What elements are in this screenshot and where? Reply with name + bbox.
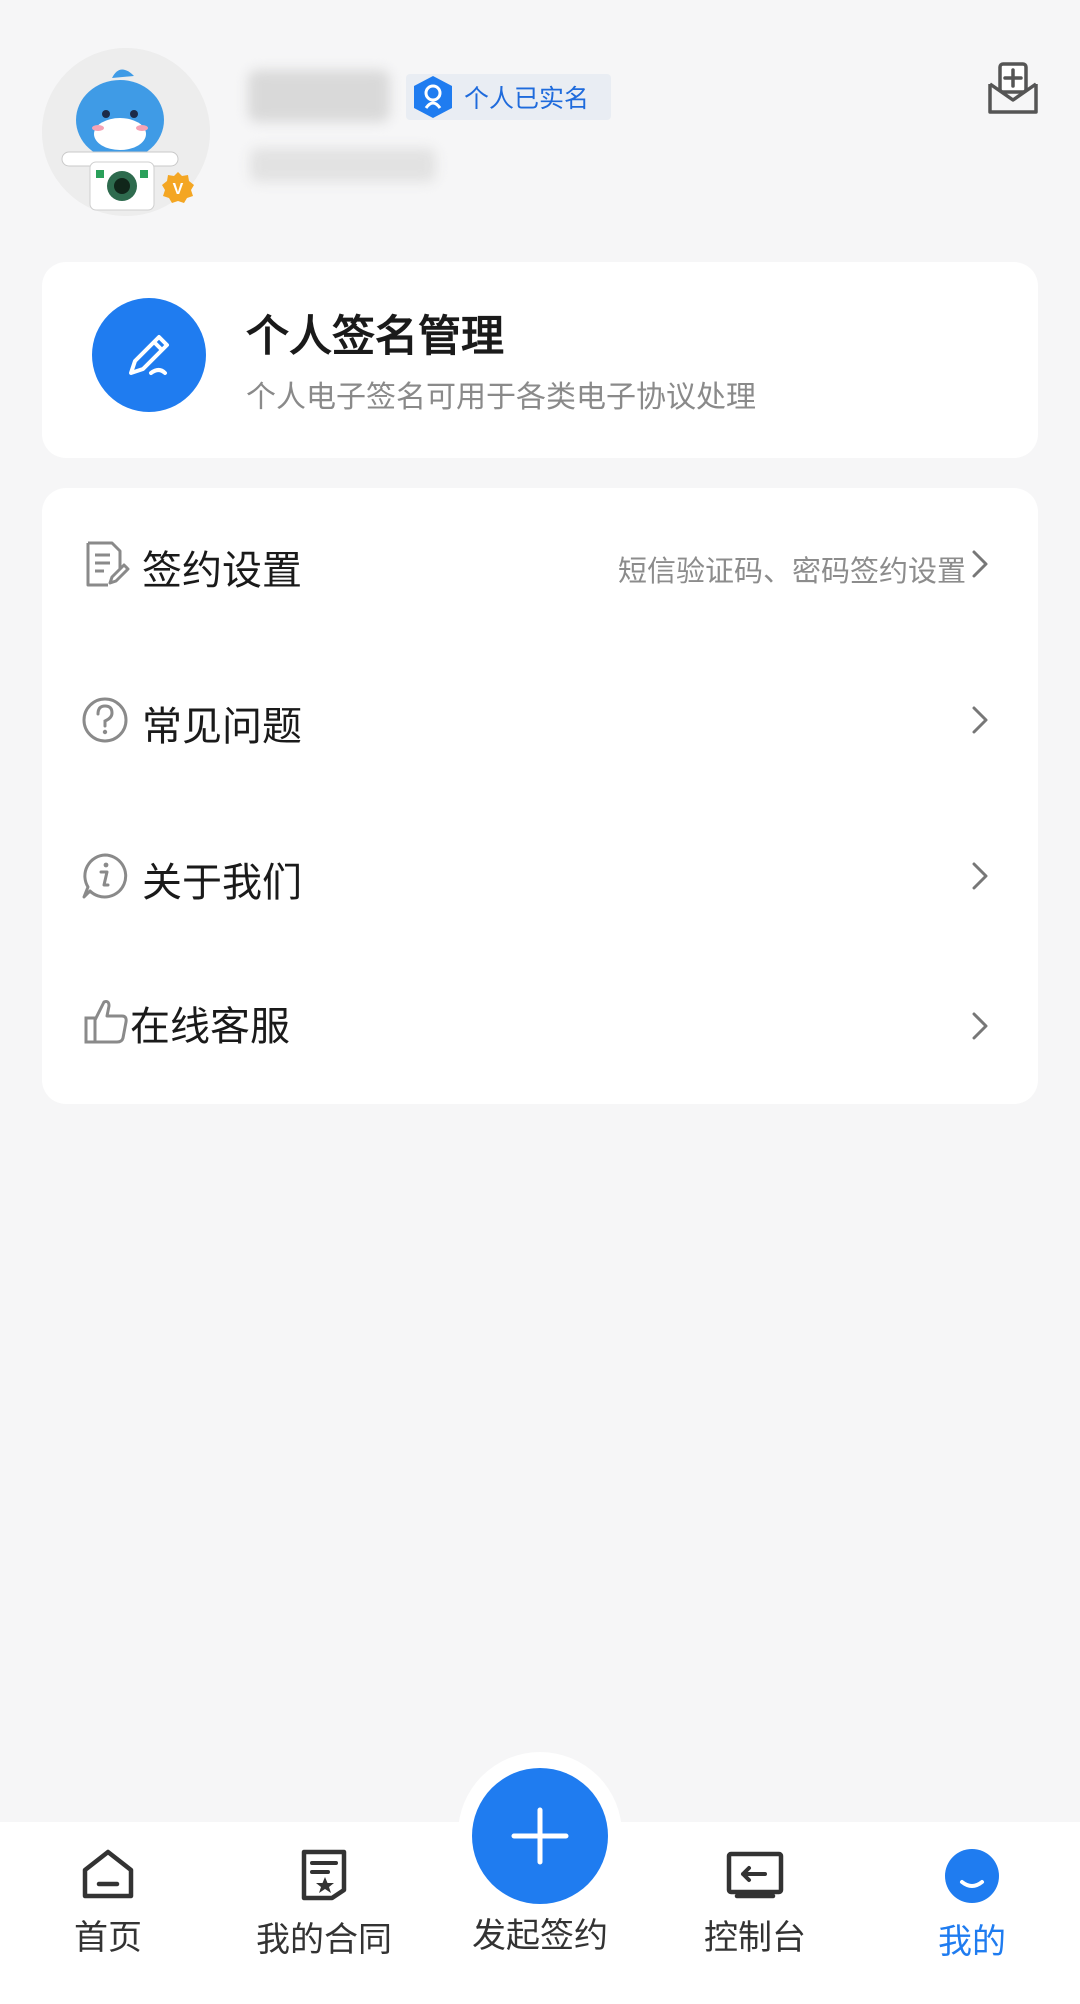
- chevron-right-icon: [972, 706, 988, 734]
- menu-item-label: 关于我们: [142, 860, 302, 906]
- menu-item-hint: 短信验证码、密码签约设置: [617, 554, 966, 588]
- verified-label: 个人已实名: [464, 84, 590, 113]
- chevron-right-icon: [972, 550, 988, 578]
- verified-shield-icon: [414, 76, 452, 118]
- thumbs-up-icon: [84, 1000, 128, 1044]
- start-signing-label[interactable]: 发起签约: [440, 1908, 640, 1957]
- verified-badge[interactable]: 个人已实名: [406, 74, 612, 120]
- message-inbox-icon[interactable]: [984, 60, 1042, 118]
- home-icon: [82, 1849, 134, 1899]
- nav-label: 我的: [938, 1922, 1006, 1962]
- profile-icon: [945, 1849, 999, 1903]
- user-name-redacted: [248, 70, 390, 122]
- nav-item-console[interactable]: 控制台: [655, 1848, 855, 1959]
- document-edit-icon: [86, 541, 130, 587]
- nav-label: 我的合同: [256, 1920, 392, 1960]
- vip-badge-text: V: [173, 181, 184, 198]
- signature-card-subtitle: 个人电子签名可用于各类电子协议处理: [246, 380, 756, 415]
- info-circle-icon: [82, 853, 128, 899]
- contract-icon: [301, 1849, 347, 1901]
- nav-item-my-contracts[interactable]: 我的合同: [224, 1848, 424, 1961]
- nav-item-home[interactable]: 首页: [8, 1848, 208, 1959]
- menu-item-label: 签约设置: [142, 548, 302, 594]
- menu-item-label: 常见问题: [142, 704, 302, 750]
- chevron-right-icon: [972, 1012, 988, 1040]
- start-signing-button[interactable]: [472, 1768, 608, 1904]
- signature-management-card[interactable]: 个人签名管理 个人电子签名可用于各类电子协议处理: [42, 262, 1038, 458]
- user-id-redacted: [250, 148, 436, 182]
- menu-item-about-us[interactable]: 关于我们: [42, 816, 1038, 936]
- settings-menu: 签约设置 短信验证码、密码签约设置 常见问题 关于我们 在线客服: [42, 488, 1038, 1104]
- signature-card-title: 个人签名管理: [246, 312, 504, 362]
- plus-icon: [511, 1807, 569, 1865]
- avatar[interactable]: V: [42, 48, 210, 216]
- nav-label: 首页: [74, 1918, 142, 1958]
- menu-item-label: 在线客服: [130, 1004, 290, 1050]
- question-circle-icon: [82, 697, 128, 743]
- menu-item-online-service[interactable]: 在线客服: [42, 966, 1038, 1086]
- pen-icon: [92, 298, 206, 412]
- menu-item-faq[interactable]: 常见问题: [42, 660, 1038, 780]
- console-icon: [726, 1851, 784, 1899]
- chevron-right-icon: [972, 862, 988, 890]
- nav-label: 控制台: [704, 1918, 806, 1958]
- menu-item-signing-settings[interactable]: 签约设置 短信验证码、密码签约设置: [42, 504, 1038, 624]
- nav-item-profile[interactable]: 我的: [872, 1848, 1072, 1963]
- vip-badge-icon: V: [162, 172, 194, 203]
